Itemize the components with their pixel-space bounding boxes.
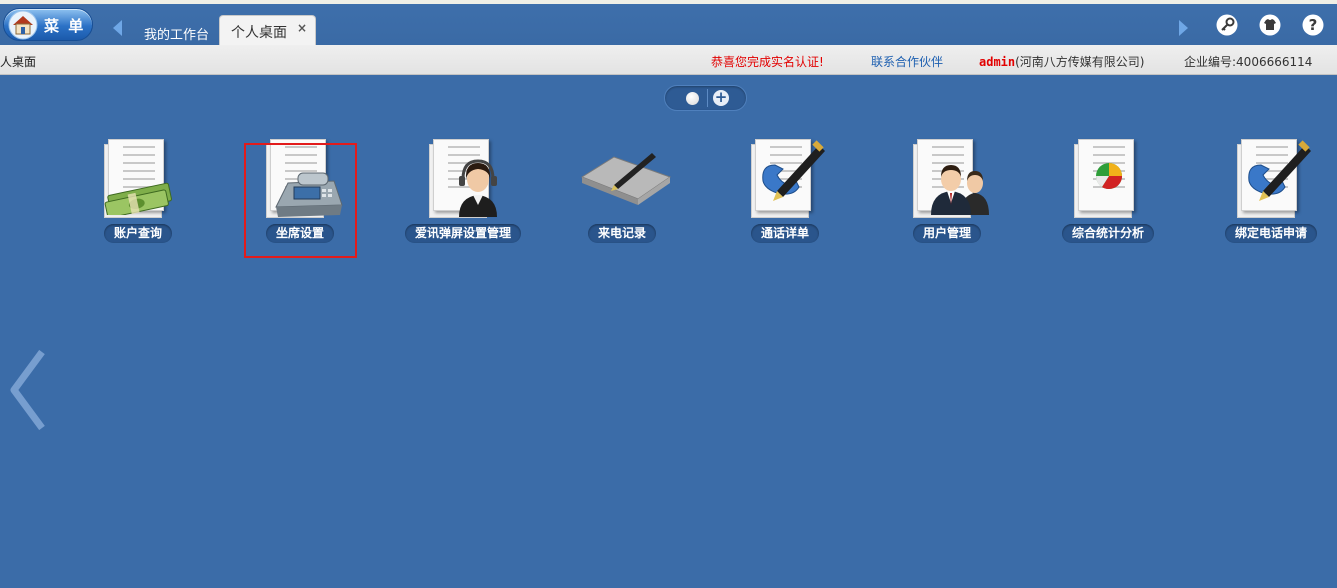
key-icon[interactable] — [1216, 14, 1238, 36]
telephone-icon — [262, 137, 343, 218]
breadcrumb: 人桌面 — [0, 55, 37, 69]
corp-id: 企业编号:4006666114 — [1184, 55, 1313, 69]
company-name: (河南八方传媒有限公司) — [1015, 55, 1145, 69]
app-call-details[interactable]: 通话详单 — [720, 137, 850, 247]
tab-label: 个人桌面 — [231, 25, 287, 41]
top-tab-bar: 菜 单 我的工作台 个人桌面 × ? — [0, 0, 1337, 45]
app-popup-screen-settings[interactable]: 爱讯弹屏设置管理 — [398, 137, 528, 247]
username: admin — [979, 55, 1016, 69]
app-label: 通话详单 — [750, 224, 820, 243]
app-label: 账户查询 — [103, 224, 173, 243]
app-account-query[interactable]: 账户查询 — [73, 137, 203, 247]
app-label: 来电记录 — [587, 224, 657, 243]
user-info: admin(河南八方传媒有限公司) — [979, 53, 1145, 70]
money-stack-icon — [100, 137, 180, 218]
app-statistics-analysis[interactable]: 综合统计分析 — [1043, 137, 1173, 247]
app-user-management[interactable]: 用户管理 — [882, 137, 1012, 247]
tab-scroll-left-icon[interactable] — [113, 20, 122, 36]
svg-text:?: ? — [1309, 16, 1318, 34]
app-call-records[interactable]: 来电记录 — [557, 137, 687, 247]
home-icon — [8, 10, 38, 40]
tab-scroll-right-icon[interactable] — [1179, 20, 1188, 36]
app-bind-phone-request[interactable]: 绑定电话申请 — [1206, 137, 1336, 247]
help-icon[interactable]: ? — [1302, 14, 1324, 36]
phone-pen-icon — [747, 137, 827, 218]
users-icon — [909, 137, 989, 218]
close-icon[interactable]: × — [297, 21, 307, 35]
info-bar: 人桌面 恭喜您完成实名认证! 联系合作伙伴 admin(河南八方传媒有限公司) … — [0, 45, 1337, 75]
desktop-pager: + — [664, 85, 747, 111]
app-label: 爱讯弹屏设置管理 — [404, 224, 522, 243]
pager-divider — [707, 89, 708, 107]
add-page-icon[interactable]: + — [713, 90, 729, 106]
folder-pen-icon — [580, 137, 672, 217]
contact-partner-link[interactable]: 联系合作伙伴 — [871, 53, 943, 70]
app-label: 绑定电话申请 — [1224, 224, 1318, 243]
menu-label: 菜 单 — [44, 17, 86, 35]
verification-notice: 恭喜您完成实名认证! — [711, 55, 824, 69]
app-label: 综合统计分析 — [1061, 224, 1155, 243]
headset-agent-icon — [425, 137, 505, 218]
tab-personal-desktop[interactable]: 个人桌面 × — [219, 15, 316, 45]
app-label: 用户管理 — [912, 224, 982, 243]
pie-chart-icon — [1070, 137, 1150, 218]
phone-pen-icon — [1233, 137, 1313, 218]
app-seat-settings[interactable]: 坐席设置 — [235, 137, 365, 247]
menu-button[interactable]: 菜 单 — [3, 8, 93, 41]
app-label: 坐席设置 — [265, 224, 335, 243]
previous-page-arrow-icon[interactable] — [8, 350, 48, 430]
page-dot[interactable] — [686, 92, 699, 105]
shirt-icon[interactable] — [1259, 14, 1281, 36]
